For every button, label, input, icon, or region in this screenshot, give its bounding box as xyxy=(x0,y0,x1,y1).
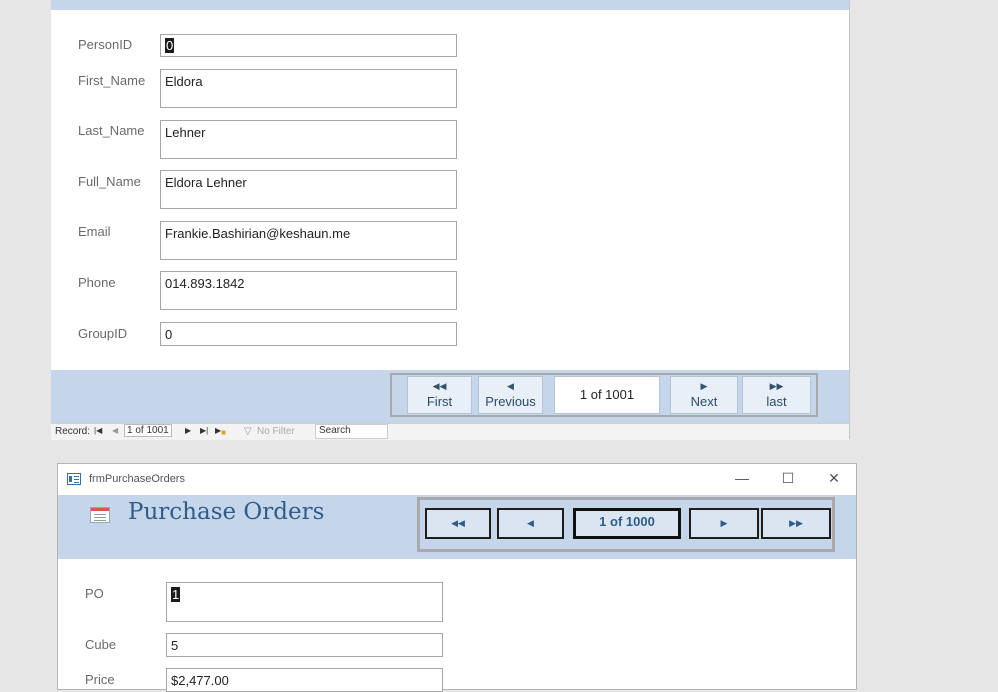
po-value: 1 xyxy=(171,587,181,602)
next-label: Next xyxy=(690,394,718,409)
record-label: Record: xyxy=(55,426,91,437)
personid-field[interactable]: 0 xyxy=(160,34,457,57)
next-button[interactable]: ▶ xyxy=(689,508,759,539)
previous-record-icon: ◀ xyxy=(507,381,514,391)
last-name-label: Last_Name xyxy=(78,123,145,138)
previous-label: Previous xyxy=(485,394,536,409)
groupid-field[interactable]: 0 xyxy=(160,322,457,346)
form-icon xyxy=(90,507,110,523)
po-field[interactable]: 1 xyxy=(166,582,443,622)
next-button[interactable]: ▶ Next xyxy=(670,376,738,414)
full-name-field[interactable]: Eldora Lehner xyxy=(160,170,457,209)
purchase-orders-window: frmPurchaseOrders — ☐ ✕ Purchase Orders … xyxy=(57,463,857,692)
first-button[interactable]: ◀◀ xyxy=(425,508,491,539)
previous-button[interactable]: ◀ xyxy=(497,508,564,539)
next-record-icon: ▶ xyxy=(720,518,728,528)
email-label: Email xyxy=(78,224,111,239)
form-footer: ◀◀ First ◀ Previous 1 of 1001 ▶ Next ▶▶ … xyxy=(51,370,849,423)
next-record-icon[interactable]: ▶ xyxy=(185,426,191,435)
email-field[interactable]: Frankie.Bashirian@keshaun.me xyxy=(160,221,457,260)
people-form: PersonID 0 First_Name Eldora Last_Name L… xyxy=(51,0,850,440)
phone-label: Phone xyxy=(78,275,116,290)
last-button[interactable]: ▶▶ last xyxy=(742,376,811,414)
new-record-icon[interactable]: ▶ ■ xyxy=(215,426,226,437)
previous-button[interactable]: ◀ Previous xyxy=(478,376,543,414)
first-name-label: First_Name xyxy=(78,73,146,88)
first-button[interactable]: ◀◀ First xyxy=(407,376,472,414)
last-record-icon: ▶▶ xyxy=(769,381,784,391)
po-label: PO xyxy=(85,586,104,601)
price-label: Price xyxy=(85,672,115,687)
search-box[interactable]: Search xyxy=(315,424,388,439)
minimize-icon[interactable]: — xyxy=(732,470,752,486)
window-title: frmPurchaseOrders xyxy=(89,473,185,485)
last-record-icon: ▶▶ xyxy=(789,518,803,528)
window-titlebar: frmPurchaseOrders — ☐ ✕ xyxy=(58,464,856,495)
last-button[interactable]: ▶▶ xyxy=(761,508,831,539)
first-record-icon: ◀◀ xyxy=(451,518,465,528)
first-record-icon[interactable]: |◀ xyxy=(94,426,102,435)
nav-frame: ◀◀ ◀ 1 of 1000 ▶ ▶▶ xyxy=(417,497,835,552)
price-field[interactable]: $2,477.00 xyxy=(166,668,443,692)
next-record-icon: ▶ xyxy=(700,381,708,391)
last-name-field[interactable]: Lehner xyxy=(160,120,457,159)
full-name-label: Full_Name xyxy=(78,174,141,189)
form-icon xyxy=(67,473,81,485)
last-label: last xyxy=(766,394,787,409)
cube-field[interactable]: 5 xyxy=(166,633,443,657)
groupid-label: GroupID xyxy=(78,326,128,341)
maximize-icon[interactable]: ☐ xyxy=(778,470,798,487)
phone-field[interactable]: 014.893.1842 xyxy=(160,271,457,310)
form-title: Purchase Orders xyxy=(128,499,325,525)
personid-label: PersonID xyxy=(78,37,133,52)
record-counter: 1 of 1000 xyxy=(573,508,681,539)
previous-record-icon: ◀ xyxy=(527,518,534,528)
record-position-field[interactable]: 1 of 1001 xyxy=(124,424,172,437)
close-icon[interactable]: ✕ xyxy=(824,470,844,487)
no-filter-label[interactable]: No Filter xyxy=(257,426,295,437)
cube-label: Cube xyxy=(85,637,117,652)
first-record-icon: ◀◀ xyxy=(432,381,447,391)
last-record-icon[interactable]: ▶| xyxy=(200,426,208,435)
personid-value: 0 xyxy=(165,38,175,53)
form-header-strip xyxy=(51,0,849,10)
record-navigation-bar: Record: |◀ ◀ 1 of 1001 ▶ ▶| ▶ ■ ▽ No Filt… xyxy=(51,423,849,440)
filter-icon[interactable]: ▽ xyxy=(244,426,252,437)
previous-record-icon[interactable]: ◀ xyxy=(112,426,118,435)
record-counter: 1 of 1001 xyxy=(554,376,660,414)
form-header: Purchase Orders ◀◀ ◀ 1 of 1000 ▶ ▶▶ xyxy=(58,495,856,559)
first-label: First xyxy=(426,394,453,409)
first-name-field[interactable]: Eldora xyxy=(160,69,457,108)
